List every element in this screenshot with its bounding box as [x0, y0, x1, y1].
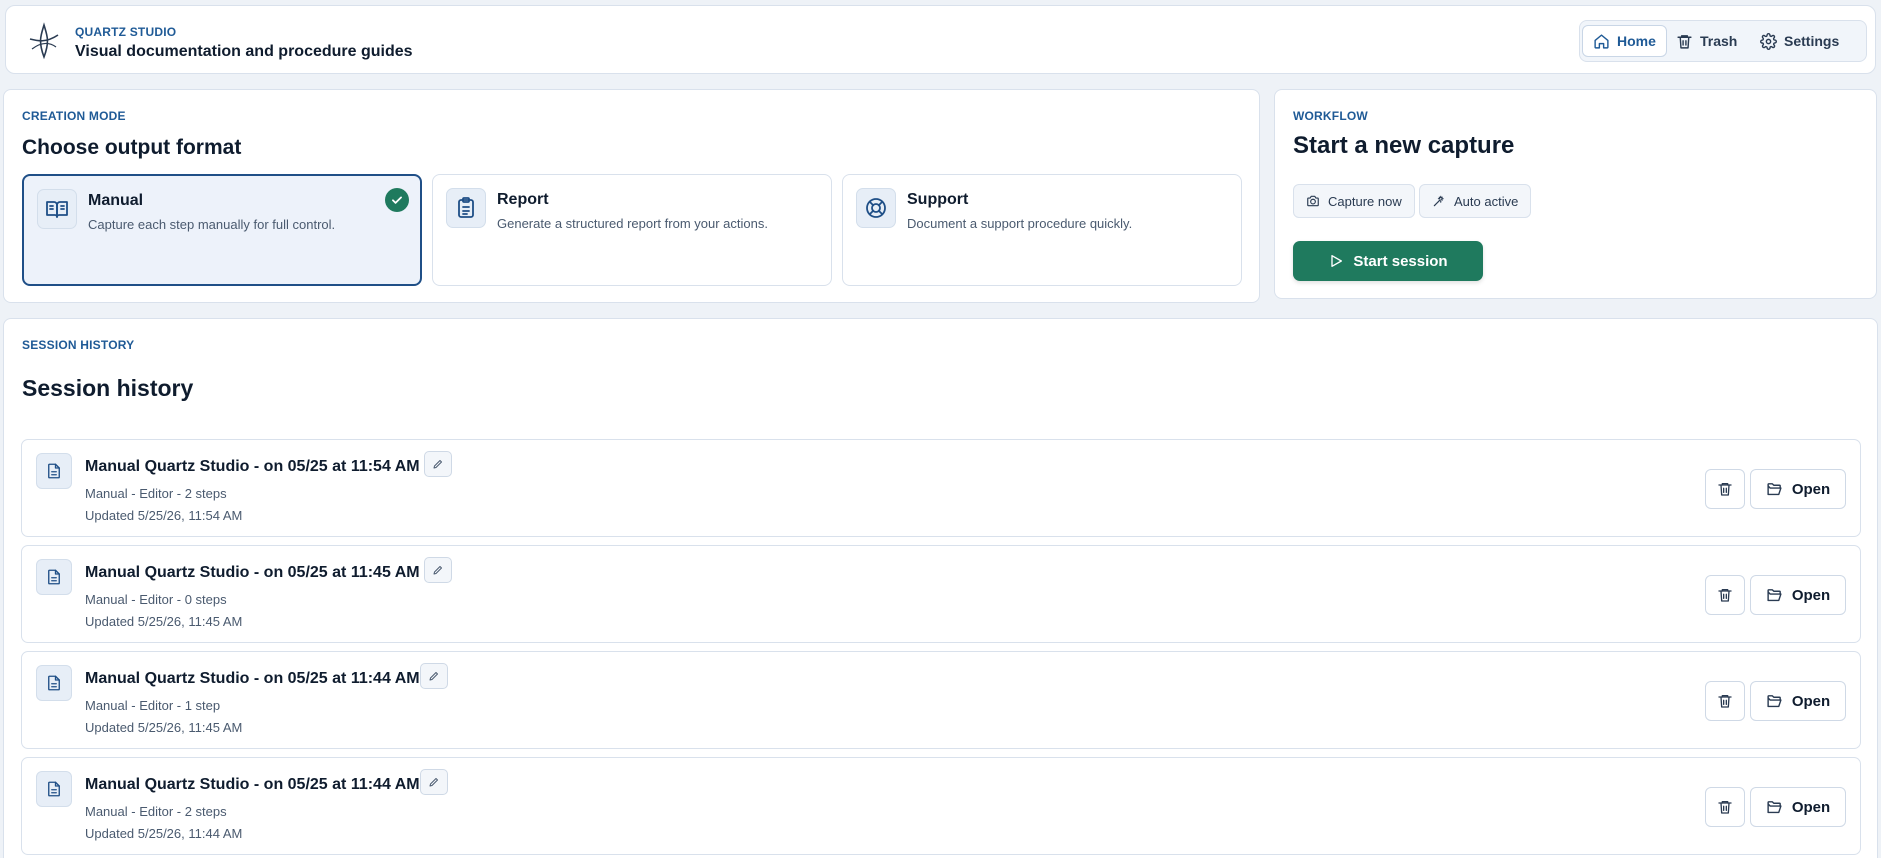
top-nav: Home Trash Settings [1579, 20, 1867, 62]
nav-settings-label: Settings [1784, 33, 1840, 49]
document-icon [36, 665, 72, 701]
session-history-panel: SESSION HISTORY Session history Manual Q… [3, 318, 1878, 858]
pencil-icon [429, 778, 438, 787]
open-label: Open [1791, 692, 1831, 710]
start-session-button[interactable]: Start session [1293, 241, 1483, 281]
nav-trash-button[interactable]: Trash [1666, 25, 1747, 57]
folder-open-icon [1767, 800, 1782, 813]
delete-session-button[interactable] [1705, 787, 1745, 827]
history-overline: SESSION HISTORY [22, 338, 135, 352]
rename-session-button[interactable] [424, 451, 452, 477]
mode-desc-report: Generate a structured report from your a… [497, 216, 768, 231]
mode-card-support[interactable]: Support Document a support procedure qui… [842, 174, 1242, 286]
app-title: Visual documentation and procedure guide… [75, 43, 413, 60]
magic-wand-icon [1433, 195, 1444, 207]
play-icon [1331, 255, 1343, 267]
trash-icon [1718, 589, 1732, 602]
pencil-icon [433, 566, 442, 575]
open-session-button[interactable]: Open [1750, 787, 1846, 827]
book-open-icon [37, 189, 77, 229]
mode-card-report[interactable]: Report Generate a structured report from… [432, 174, 832, 286]
mode-title-manual: Manual [88, 192, 144, 209]
auto-active-label: Auto active [1454, 193, 1519, 209]
session-title: Manual Quartz Studio - on 05/25 at 11:54… [85, 458, 420, 475]
session-title: Manual Quartz Studio - on 05/25 at 11:45… [85, 564, 420, 581]
open-session-button[interactable]: Open [1750, 575, 1846, 615]
nav-home-label: Home [1617, 33, 1656, 49]
history-title: Session history [22, 375, 194, 401]
folder-open-icon [1767, 694, 1782, 707]
folder-open-icon [1767, 482, 1782, 495]
nav-settings-button[interactable]: Settings [1750, 25, 1849, 57]
home-icon [1594, 33, 1609, 49]
session-meta: Manual - Editor - 2 steps [85, 486, 227, 501]
rename-session-button[interactable] [420, 769, 448, 795]
open-label: Open [1791, 798, 1831, 816]
session-updated: Updated 5/25/26, 11:45 AM [85, 614, 243, 629]
quartz-logo-icon [24, 21, 64, 61]
session-row[interactable]: Manual Quartz Studio - on 05/25 at 11:45… [21, 545, 1861, 643]
open-session-button[interactable]: Open [1750, 681, 1846, 721]
pencil-icon [429, 672, 438, 681]
trash-icon [1677, 34, 1692, 49]
open-label: Open [1791, 586, 1831, 604]
check-icon [385, 188, 409, 212]
delete-session-button[interactable] [1705, 469, 1745, 509]
document-icon [36, 559, 72, 595]
delete-session-button[interactable] [1705, 681, 1745, 721]
session-updated: Updated 5/25/26, 11:54 AM [85, 508, 243, 523]
session-updated: Updated 5/25/26, 11:45 AM [85, 720, 243, 735]
app-header: QUARTZ STUDIO Visual documentation and p… [5, 5, 1876, 74]
gear-icon [1760, 32, 1777, 50]
session-row[interactable]: Manual Quartz Studio - on 05/25 at 11:54… [21, 439, 1861, 537]
nav-trash-label: Trash [1700, 33, 1738, 49]
session-title: Manual Quartz Studio - on 05/25 at 11:44… [85, 776, 420, 793]
open-label: Open [1791, 480, 1831, 498]
session-meta: Manual - Editor - 0 steps [85, 592, 227, 607]
nav-home-button[interactable]: Home [1582, 25, 1667, 57]
creation-title: Choose output format [22, 136, 242, 159]
creation-mode-panel: CREATION MODE Choose output format Manua… [3, 89, 1260, 303]
delete-session-button[interactable] [1705, 575, 1745, 615]
rename-session-button[interactable] [420, 663, 448, 689]
workflow-panel: WORKFLOW Start a new capture Capture now… [1274, 89, 1877, 299]
brand-overline: QUARTZ STUDIO [75, 25, 177, 39]
trash-icon [1718, 801, 1732, 814]
mode-desc-support: Document a support procedure quickly. [907, 216, 1133, 231]
rename-session-button[interactable] [424, 557, 452, 583]
mode-title-support: Support [907, 191, 969, 208]
capture-now-label: Capture now [1328, 193, 1402, 209]
trash-icon [1718, 695, 1732, 708]
trash-icon [1718, 483, 1732, 496]
workflow-overline: WORKFLOW [1293, 109, 1368, 123]
document-icon [36, 771, 72, 807]
mode-card-manual[interactable]: Manual Capture each step manually for fu… [22, 174, 422, 286]
camera-icon [1307, 195, 1319, 207]
session-row[interactable]: Manual Quartz Studio - on 05/25 at 11:44… [21, 757, 1861, 855]
workflow-title: Start a new capture [1293, 132, 1515, 159]
session-updated: Updated 5/25/26, 11:44 AM [85, 826, 243, 841]
clipboard-list-icon [446, 188, 486, 228]
mode-title-report: Report [497, 191, 549, 208]
session-row[interactable]: Manual Quartz Studio - on 05/25 at 11:44… [21, 651, 1861, 749]
pencil-icon [433, 460, 442, 469]
open-session-button[interactable]: Open [1750, 469, 1846, 509]
session-meta: Manual - Editor - 1 step [85, 698, 221, 713]
folder-open-icon [1767, 588, 1782, 601]
start-session-label: Start session [1353, 252, 1448, 270]
auto-active-toggle[interactable]: Auto active [1419, 184, 1532, 218]
session-meta: Manual - Editor - 2 steps [85, 804, 227, 819]
mode-desc-manual: Capture each step manually for full cont… [88, 217, 336, 232]
document-icon [36, 453, 72, 489]
lifebuoy-icon [856, 188, 896, 228]
creation-overline: CREATION MODE [22, 109, 126, 123]
session-title: Manual Quartz Studio - on 05/25 at 11:44… [85, 670, 420, 687]
capture-now-button[interactable]: Capture now [1293, 184, 1415, 218]
